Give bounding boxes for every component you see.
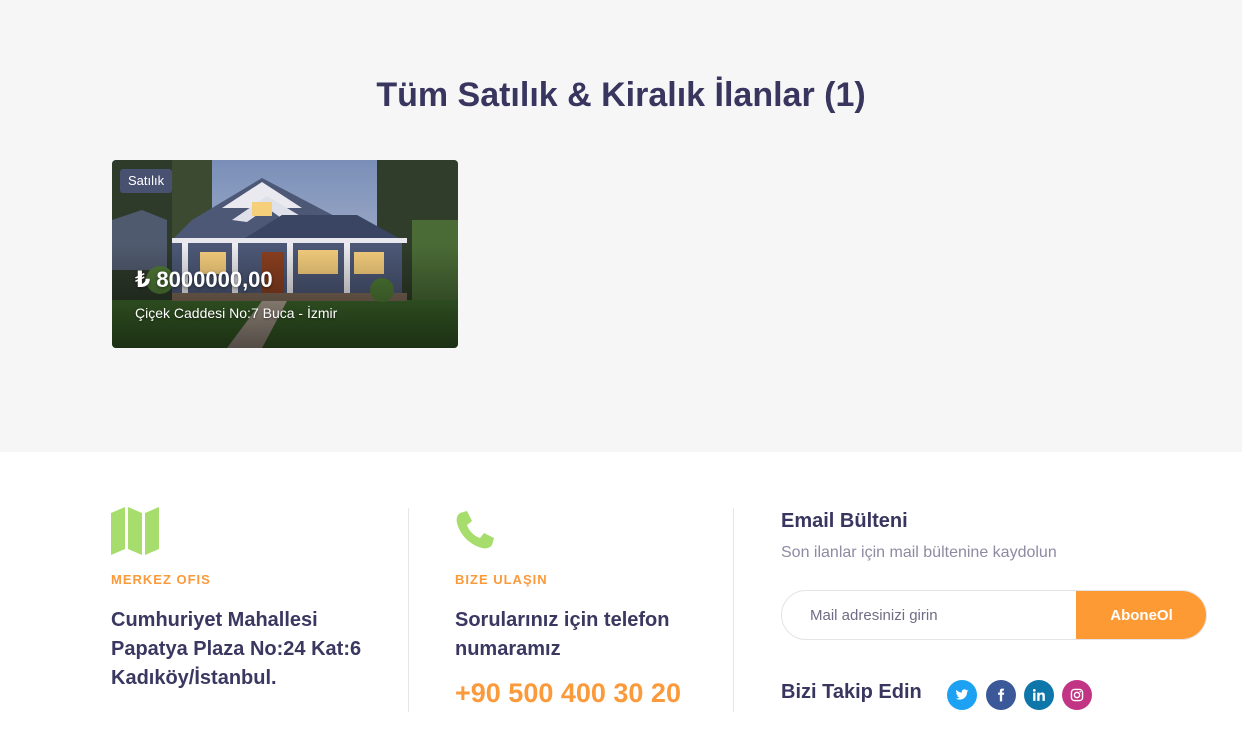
page-title: Tüm Satılık & Kiralık İlanlar (1)	[376, 76, 866, 114]
email-input[interactable]	[782, 591, 1077, 639]
listing-card[interactable]: Satılık ₺ 8000000,00 Çiçek Caddesi No:7 …	[112, 160, 458, 348]
column-divider	[733, 508, 734, 712]
contact-label: BIZE ULAŞIN	[455, 572, 548, 587]
office-label: MERKEZ OFIS	[111, 572, 211, 587]
contact-text-line: Sorularınız için telefon	[455, 609, 670, 631]
subscribe-button[interactable]: AboneOl	[1076, 591, 1206, 639]
follow-title: Bizi Takip Edin	[781, 681, 922, 703]
listing-status-badge: Satılık	[120, 169, 173, 193]
contact-text-line: numaramız	[455, 638, 561, 660]
column-divider	[408, 508, 409, 712]
phone-icon	[456, 511, 494, 549]
twitter-icon[interactable]	[947, 680, 977, 710]
newsletter-subtitle: Son ilanlar için mail bültenine kaydolun	[781, 544, 1057, 561]
office-address: Cumhuriyet Mahallesi Papatya Plaza No:24…	[111, 606, 361, 693]
instagram-icon[interactable]	[1062, 680, 1092, 710]
facebook-icon[interactable]	[986, 680, 1016, 710]
linkedin-icon[interactable]	[1024, 680, 1054, 710]
listing-address: Çiçek Caddesi No:7 Buca - İzmir	[135, 305, 338, 321]
phone-number-link[interactable]: +90 500 400 30 20	[455, 678, 681, 709]
office-address-line: Papatya Plaza No:24 Kat:6	[111, 638, 362, 660]
newsletter-title: Email Bülteni	[781, 510, 908, 532]
map-icon	[111, 507, 159, 555]
office-address-line: Kadıköy/İstanbul.	[111, 667, 277, 689]
listing-price: ₺ 8000000,00	[135, 267, 273, 292]
newsletter-form: AboneOl	[781, 590, 1207, 640]
office-address-line: Cumhuriyet Mahallesi	[111, 609, 318, 631]
contact-text: Sorularınız için telefon numaramız	[455, 606, 669, 664]
